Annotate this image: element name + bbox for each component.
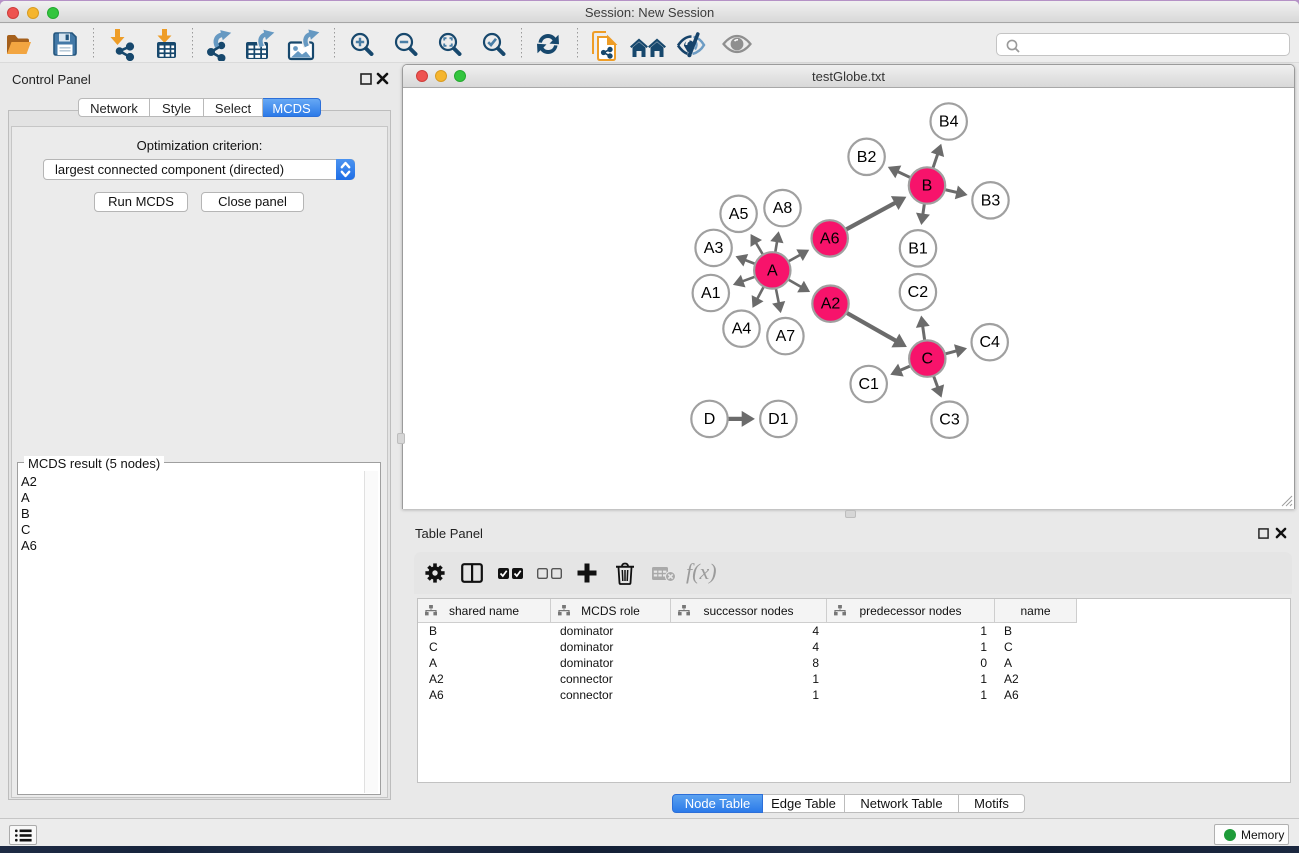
svg-text:B4: B4 [939, 114, 959, 131]
svg-text:C4: C4 [979, 334, 1000, 351]
svg-text:A5: A5 [729, 206, 749, 223]
svg-text:A4: A4 [732, 321, 752, 338]
svg-text:B2: B2 [857, 149, 877, 166]
svg-text:D: D [704, 411, 716, 428]
svg-text:B1: B1 [908, 240, 928, 257]
svg-text:C1: C1 [858, 376, 879, 393]
svg-text:C2: C2 [908, 284, 929, 301]
svg-text:C3: C3 [939, 412, 960, 429]
svg-text:A: A [767, 262, 778, 279]
svg-text:C: C [922, 351, 934, 368]
svg-text:B: B [922, 178, 933, 195]
svg-text:A1: A1 [701, 285, 721, 302]
svg-text:A2: A2 [821, 296, 841, 313]
svg-text:D1: D1 [768, 411, 789, 428]
svg-text:A3: A3 [704, 240, 724, 257]
svg-text:A8: A8 [773, 200, 793, 217]
svg-text:B3: B3 [981, 192, 1001, 209]
svg-text:A6: A6 [820, 230, 840, 247]
svg-text:A7: A7 [776, 328, 796, 345]
